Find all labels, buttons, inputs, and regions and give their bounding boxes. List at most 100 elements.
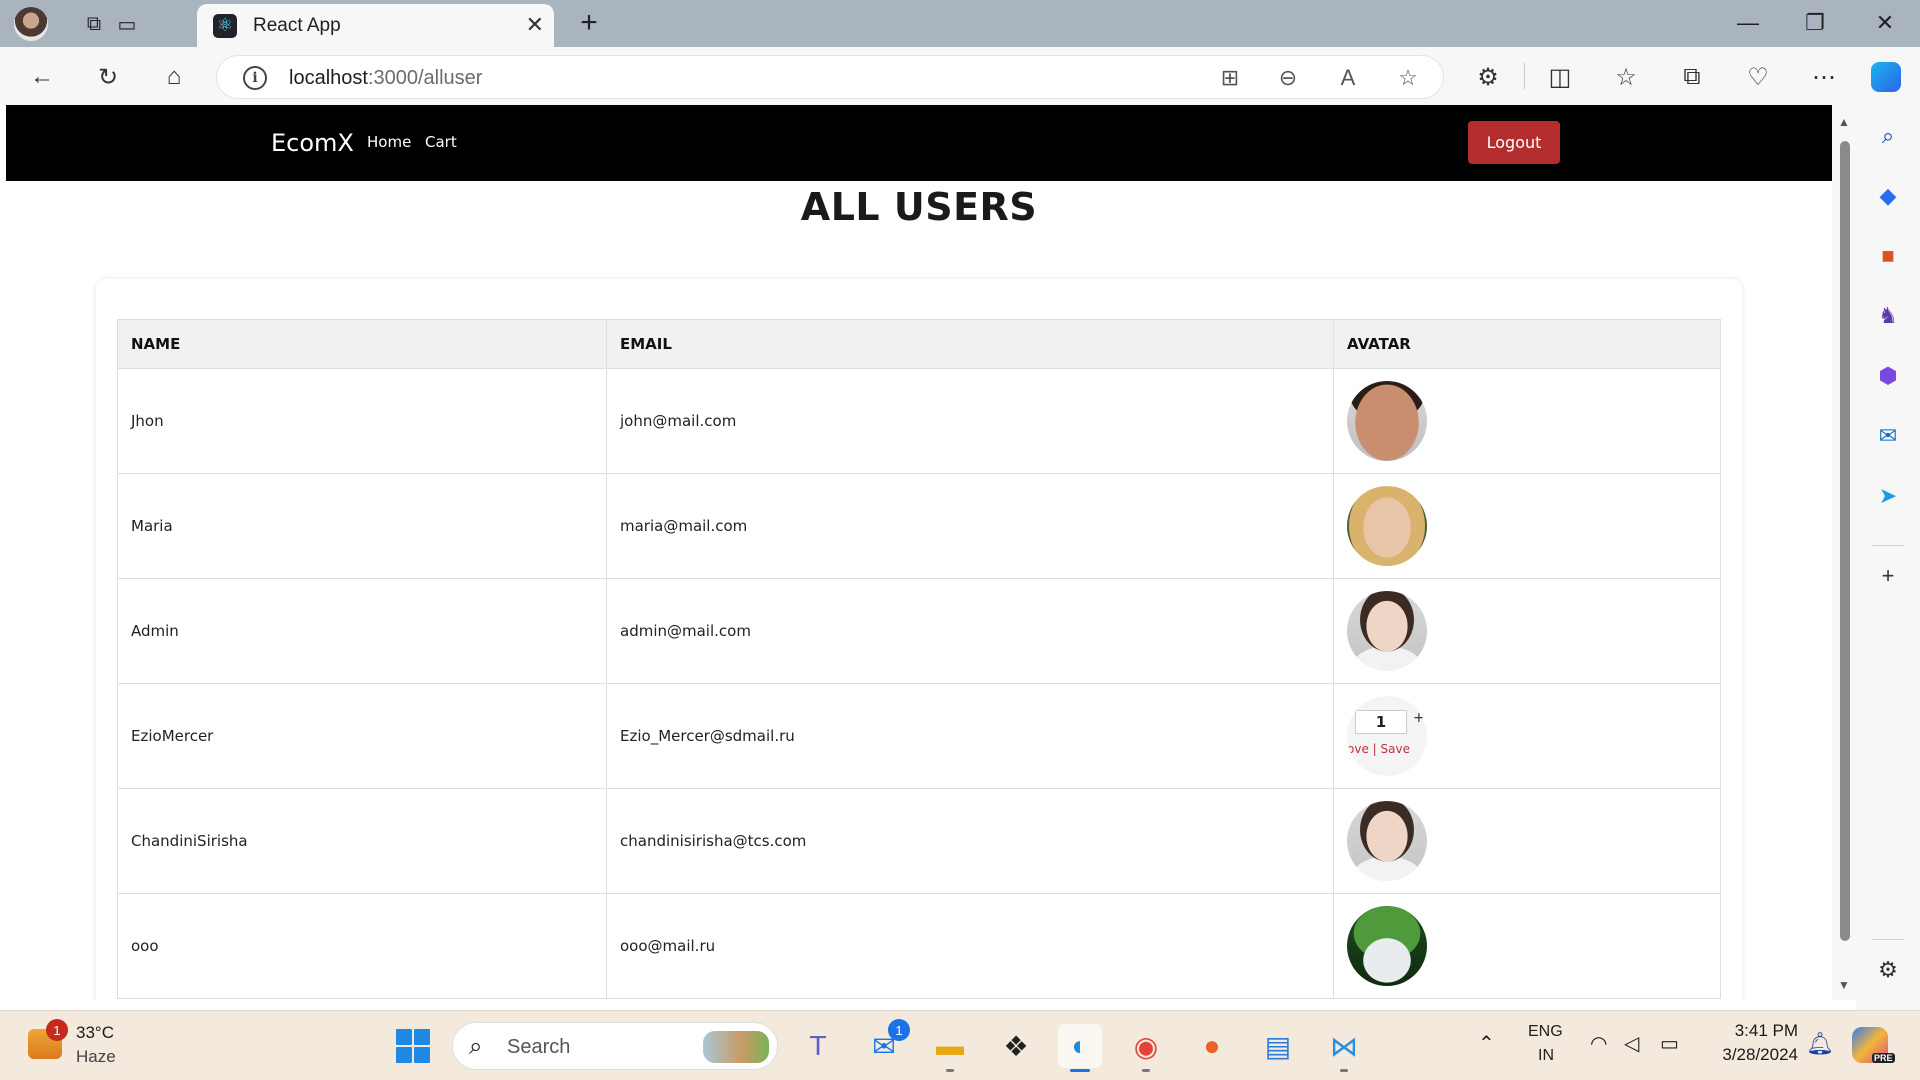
close-window-button[interactable]: ✕ <box>1855 6 1915 40</box>
nav-home-link[interactable]: Home <box>367 133 411 151</box>
chrome-icon[interactable]: ◉ <box>1124 1024 1168 1068</box>
language-region[interactable]: IN <box>1538 1047 1554 1065</box>
edge-sidebar: ⌕ ◆ ■ ♞ ⬢ ✉ ➤ + ⚙ <box>1856 105 1920 1010</box>
search-placeholder: Search <box>507 1036 571 1058</box>
logout-button[interactable]: Logout <box>1468 121 1560 164</box>
user-email: admin@mail.com <box>606 578 1334 684</box>
site-info-icon[interactable]: i <box>243 66 267 90</box>
browser-tab-strip: ⧉ ▭ ⚛ React App ✕ + — ❐ ✕ <box>0 0 1920 47</box>
quantity-field[interactable]: 1 <box>1355 710 1407 734</box>
user-name: ooo <box>117 893 607 999</box>
windows-taskbar: 1 33°C Haze ⌕ Search T ✉ 1 ▬ ❖ ◐ ◉ ● ▤ ⋈… <box>0 1010 1920 1080</box>
page-viewport: EcomX Home Cart Logout ALL USERS NAME EM… <box>6 105 1832 1000</box>
file-explorer-icon[interactable]: ▬ <box>928 1024 972 1068</box>
remove-save-links[interactable]: ove | Save <box>1347 742 1410 756</box>
start-button[interactable] <box>396 1029 430 1063</box>
avatar <box>1347 906 1427 986</box>
avatar: 1 + ove | Save <box>1347 696 1427 776</box>
avatar <box>1347 801 1427 881</box>
games-icon[interactable]: ♞ <box>1873 301 1903 331</box>
user-email: chandinisirisha@tcs.com <box>606 788 1334 894</box>
user-name: ChandiniSirisha <box>117 788 607 894</box>
microsoft-365-icon[interactable]: ⬢ <box>1873 361 1903 391</box>
table-row: ooo ooo@mail.ru <box>117 893 1721 999</box>
table-row: Jhon john@mail.com <box>117 368 1721 474</box>
clock-date[interactable]: 3/28/2024 <box>1700 1045 1798 1065</box>
teams-icon[interactable]: T <box>796 1024 840 1068</box>
tab-react-app[interactable]: ⚛ React App ✕ <box>197 4 554 47</box>
browser-toolbar: ← ↻ ⌂ i localhost:3000/alluser ⊞ ⊖ A ☆ ⚙… <box>0 47 1920 105</box>
favorite-star-icon[interactable]: ☆ <box>1395 65 1421 91</box>
drop-icon[interactable]: ➤ <box>1873 481 1903 511</box>
user-name: Jhon <box>117 368 607 474</box>
avatar <box>1347 591 1427 671</box>
outlook-icon[interactable]: ✉ <box>1873 421 1903 451</box>
vertical-tabs-icon[interactable]: ▭ <box>107 6 147 42</box>
restore-button[interactable]: ❐ <box>1785 6 1845 40</box>
show-hidden-icons-icon[interactable]: ⌃ <box>1478 1031 1495 1056</box>
profile-avatar[interactable] <box>14 7 48 41</box>
search-icon: ⌕ <box>469 1033 483 1060</box>
plus-icon[interactable]: + <box>1413 710 1425 726</box>
shopping-tag-icon[interactable]: ◆ <box>1873 181 1903 211</box>
user-email: john@mail.com <box>606 368 1334 474</box>
language-indicator[interactable]: ENG <box>1528 1023 1563 1041</box>
add-icon[interactable]: + <box>1873 561 1903 591</box>
extensions-icon[interactable]: ⚙ <box>1468 57 1508 97</box>
scroll-down-arrow-icon[interactable]: ▼ <box>1838 978 1850 992</box>
header-avatar: AVATAR <box>1333 319 1721 369</box>
table-row: ChandiniSirisha chandinisirisha@tcs.com <box>117 788 1721 894</box>
user-email: Ezio_Mercer@sdmail.ru <box>606 683 1334 789</box>
vscode-icon[interactable]: ⋈ <box>1322 1024 1366 1068</box>
user-email: ooo@mail.ru <box>606 893 1334 999</box>
new-tab-button[interactable]: + <box>572 6 606 40</box>
clock-time[interactable]: 3:41 PM <box>1732 1021 1798 1041</box>
table-header-row: NAME EMAIL AVATAR <box>117 319 1721 369</box>
address-bar[interactable]: i localhost:3000/alluser ⊞ ⊖ A ☆ <box>216 55 1444 99</box>
header-name: NAME <box>117 319 607 369</box>
tools-icon[interactable]: ■ <box>1873 241 1903 271</box>
page-title: ALL USERS <box>800 185 1038 229</box>
split-screen-icon[interactable]: ◫ <box>1540 57 1580 97</box>
favorites-icon[interactable]: ☆ <box>1606 57 1646 97</box>
taskbar-search[interactable]: ⌕ Search <box>452 1022 778 1070</box>
brand-logo[interactable]: EcomX <box>271 129 354 157</box>
weather-temperature[interactable]: 33°C <box>76 1023 114 1043</box>
minimize-button[interactable]: — <box>1718 6 1778 40</box>
scroll-thumb[interactable] <box>1840 141 1850 941</box>
scroll-up-arrow-icon[interactable]: ▲ <box>1838 115 1850 129</box>
more-options-icon[interactable]: ⋯ <box>1804 57 1844 97</box>
avatar <box>1347 486 1427 566</box>
copilot-icon[interactable] <box>1866 57 1906 97</box>
dropbox-icon[interactable]: ❖ <box>994 1024 1038 1068</box>
weather-badge: 1 <box>46 1019 68 1041</box>
app-available-icon[interactable]: ⊞ <box>1217 65 1243 91</box>
weather-condition[interactable]: Haze <box>76 1047 116 1067</box>
notepad-icon[interactable]: ▤ <box>1256 1024 1300 1068</box>
edge-icon[interactable]: ◐ <box>1058 1024 1102 1068</box>
url-text[interactable]: localhost:3000/alluser <box>289 67 482 90</box>
search-icon[interactable]: ⌕ <box>1873 121 1903 151</box>
home-icon[interactable]: ⌂ <box>154 57 194 97</box>
nav-cart-link[interactable]: Cart <box>425 133 457 151</box>
search-highlight-image <box>703 1031 769 1063</box>
read-aloud-icon[interactable]: A <box>1335 65 1361 91</box>
zoom-out-icon[interactable]: ⊖ <box>1275 65 1301 91</box>
firefox-icon[interactable]: ● <box>1190 1024 1234 1068</box>
user-email: maria@mail.com <box>606 473 1334 579</box>
notification-bell-icon[interactable]: 🔔︎ <box>1806 1031 1834 1057</box>
refresh-icon[interactable]: ↻ <box>88 57 128 97</box>
browser-essentials-icon[interactable]: ♡ <box>1738 57 1778 97</box>
back-icon[interactable]: ← <box>22 57 62 97</box>
user-name: Admin <box>117 578 607 684</box>
mail-badge: 1 <box>888 1019 910 1041</box>
wifi-icon[interactable]: ◠ <box>1590 1031 1607 1056</box>
page-scrollbar[interactable]: ▲ ▼ <box>1832 105 1856 1000</box>
collections-icon[interactable]: ⧉ <box>1672 57 1712 97</box>
tab-close-icon[interactable]: ✕ <box>526 12 544 38</box>
avatar <box>1347 381 1427 461</box>
volume-icon[interactable]: ◁ <box>1624 1031 1639 1056</box>
battery-icon[interactable]: ▭ <box>1660 1031 1679 1056</box>
user-name: Maria <box>117 473 607 579</box>
settings-gear-icon[interactable]: ⚙ <box>1873 955 1903 985</box>
